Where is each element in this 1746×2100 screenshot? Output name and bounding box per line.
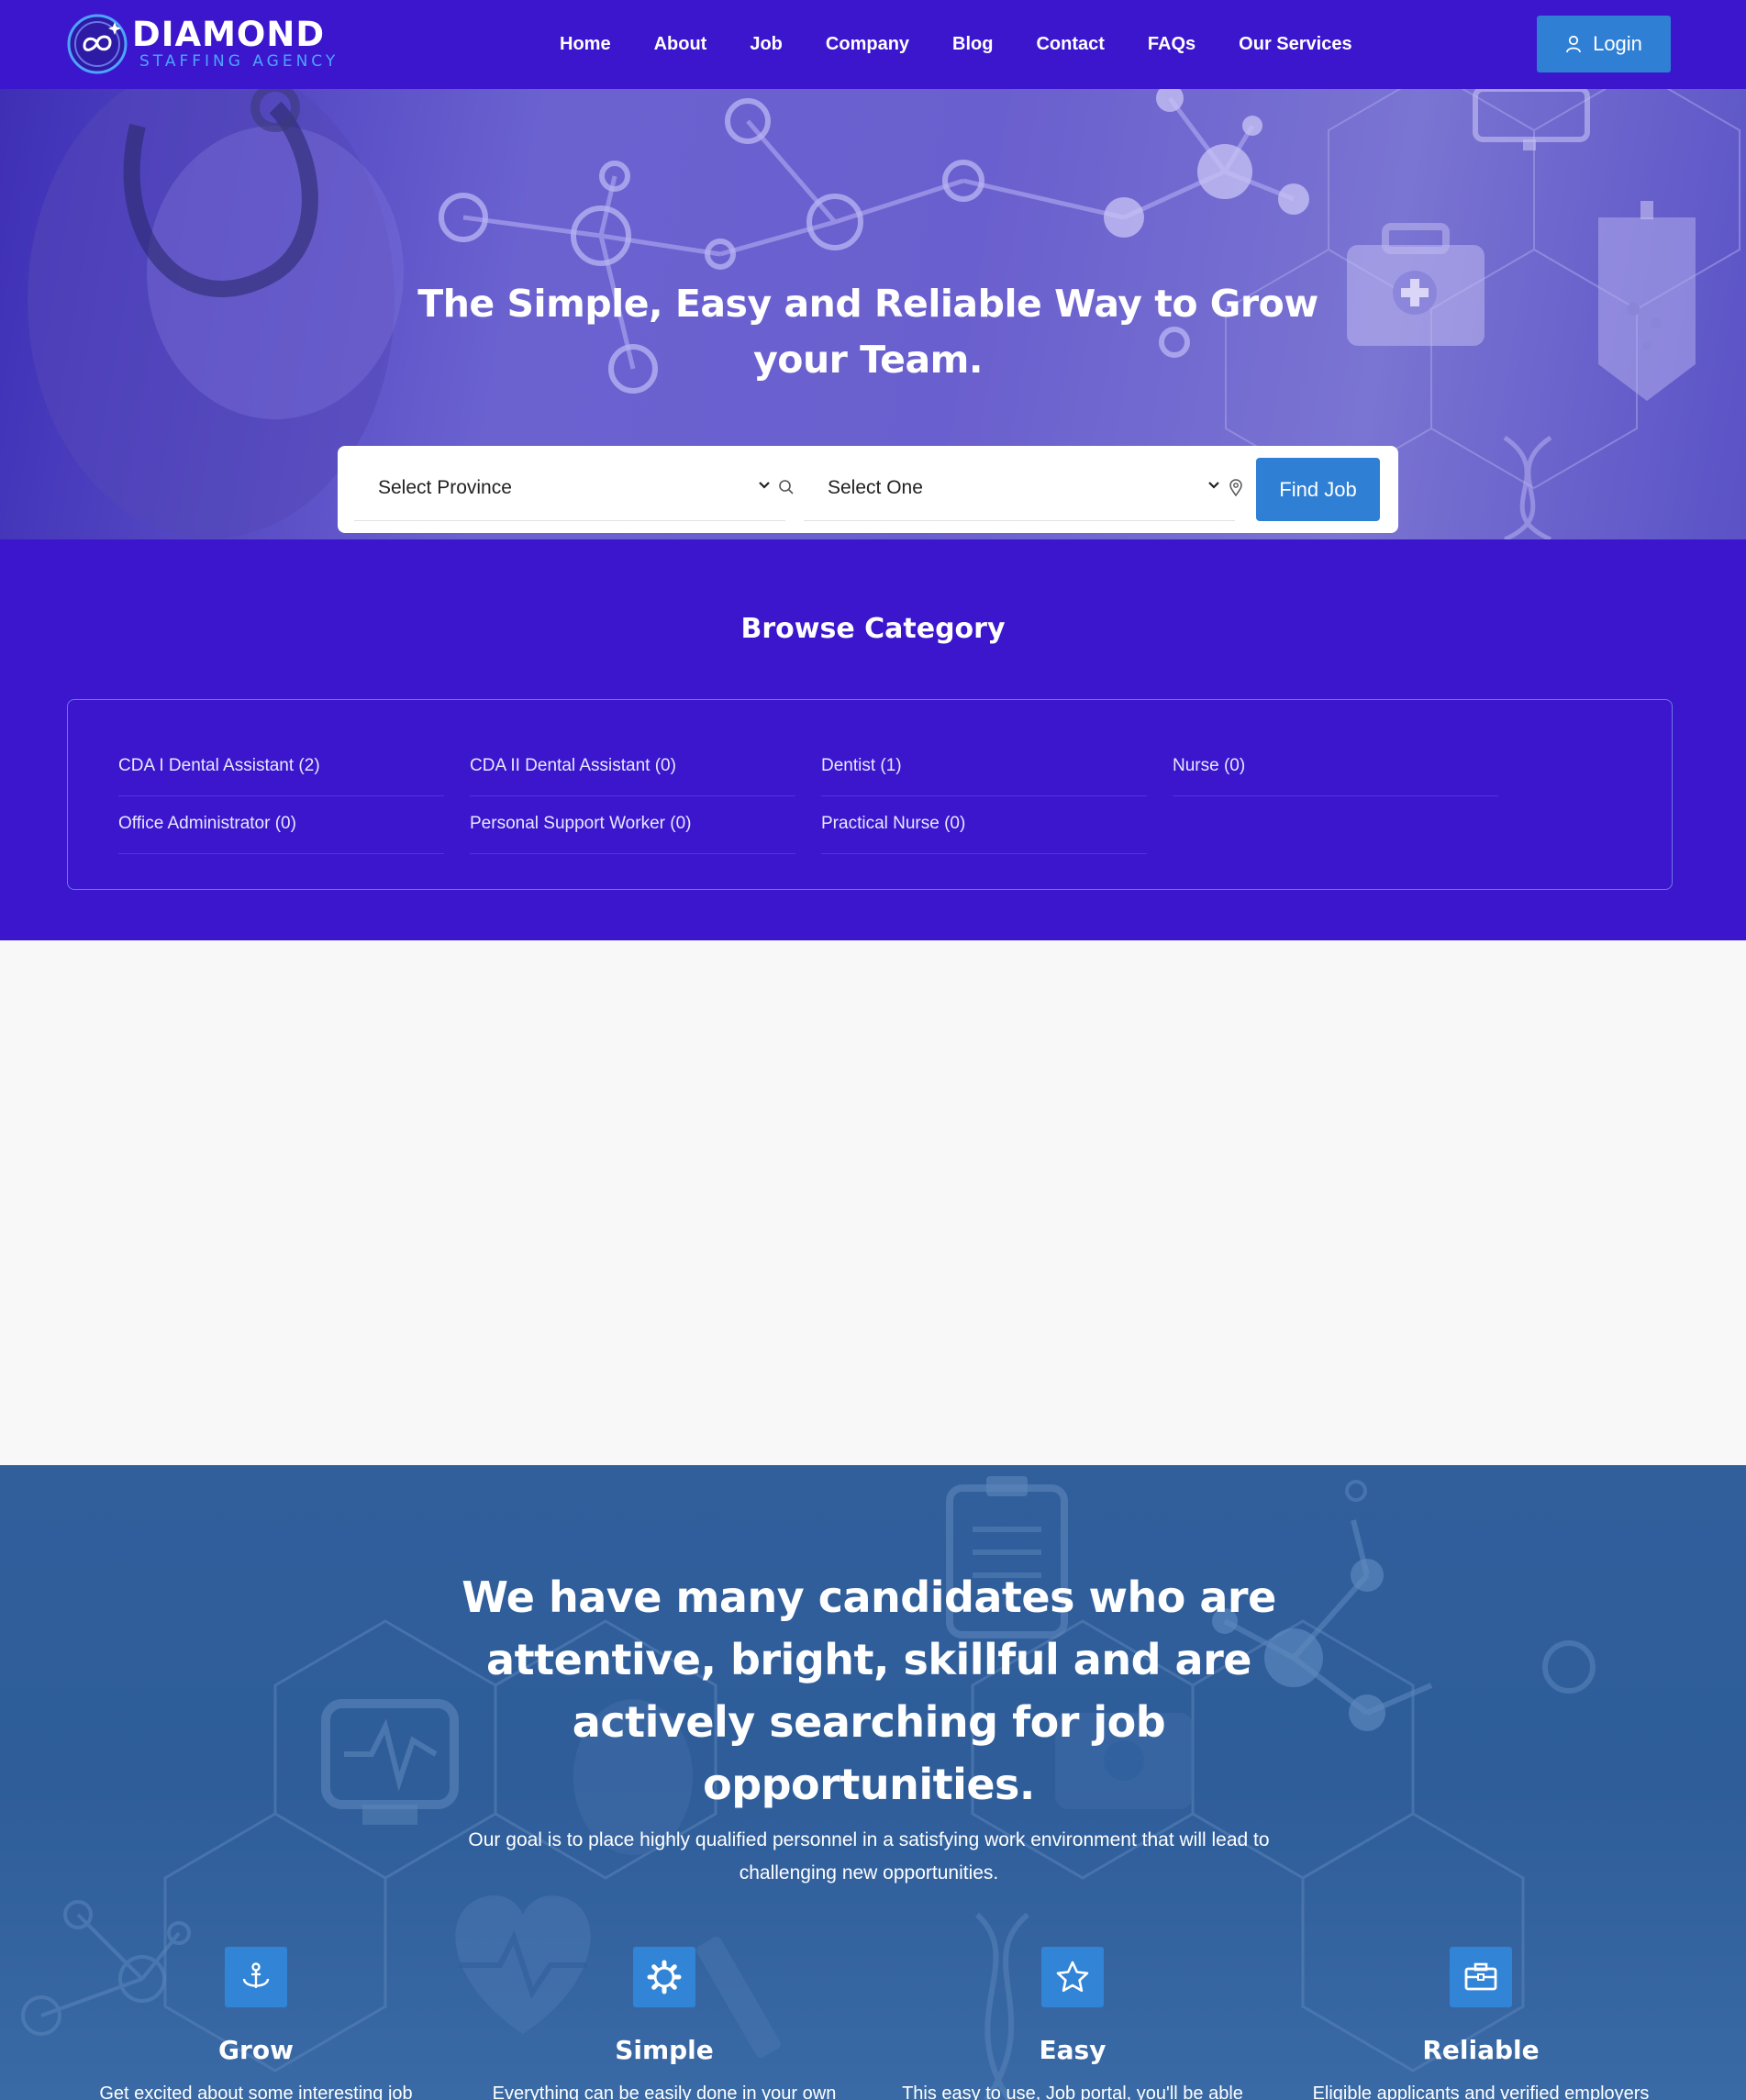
feature-simple: Simple Everything can be easily done in …	[460, 1947, 869, 2100]
star-icon	[1056, 1961, 1089, 1993]
feature-icon-box	[633, 1947, 695, 2007]
feature-description: Eligible applicants and verified employe…	[1312, 2083, 1650, 2100]
chevron-down-icon	[1208, 482, 1219, 489]
candidates-section: We have many candidates who are attentiv…	[0, 1465, 1746, 2100]
blank-content-area	[0, 940, 1746, 1465]
feature-grow: Grow Get excited about some interesting …	[51, 1947, 461, 2100]
find-job-button[interactable]: Find Job	[1256, 458, 1380, 521]
site-logo[interactable]: DIAMOND STAFFING AGENCY	[66, 13, 341, 77]
nav-about[interactable]: About	[654, 34, 707, 55]
feature-icon-box	[1041, 1947, 1104, 2007]
nav-job[interactable]: Job	[750, 34, 783, 55]
candidates-title: We have many candidates who are attentiv…	[462, 1572, 1276, 1809]
category-item[interactable]: Personal Support Worker (0)	[470, 797, 795, 854]
category-item[interactable]: CDA II Dental Assistant (0)	[470, 739, 795, 796]
main-nav: Home About Job Company Blog Contact FAQs…	[560, 0, 1396, 89]
feature-description: Get excited about some interesting job	[99, 2083, 413, 2100]
category-item[interactable]: Practical Nurse (0)	[821, 797, 1147, 854]
nav-our-services[interactable]: Our Services	[1239, 34, 1351, 55]
province-select[interactable]: Select Province	[354, 457, 794, 521]
hero-title: The Simple, Easy and Reliable Way to Gro…	[417, 282, 1318, 382]
search-icon	[779, 480, 794, 494]
site-header: DIAMOND STAFFING AGENCY Home About Job C…	[0, 0, 1746, 89]
feature-reliable: Reliable Eligible applicants and verifie…	[1276, 1947, 1685, 2100]
chevron-down-icon	[759, 482, 770, 489]
logo-name: DIAMOND	[132, 15, 326, 54]
user-icon	[1566, 35, 1581, 53]
category-list: CDA I Dental Assistant (2) CDA II Dental…	[67, 699, 1673, 890]
category-select-value: Select One	[828, 477, 923, 498]
hero-banner: The Simple, Easy and Reliable Way to Gro…	[0, 89, 1746, 539]
login-label: Login	[1593, 32, 1642, 55]
candidates-subtitle: Our goal is to place highly qualified pe…	[468, 1829, 1270, 1883]
province-select-value: Select Province	[378, 477, 512, 498]
category-select[interactable]: Select One	[804, 457, 1242, 521]
category-item[interactable]: Office Administrator (0)	[118, 797, 444, 854]
feature-icon-box	[225, 1947, 287, 2007]
nav-company[interactable]: Company	[826, 34, 909, 55]
category-item[interactable]: Nurse (0)	[1173, 739, 1498, 796]
feature-easy: Easy This easy to use, Job portal, you'l…	[868, 1947, 1277, 2100]
feature-description: Everything can be easily done in your ow…	[492, 2083, 837, 2100]
map-pin-icon	[1229, 479, 1242, 496]
feature-title: Easy	[1039, 2035, 1107, 2065]
cog-icon	[647, 1960, 682, 1994]
category-item[interactable]: Dentist (1)	[821, 739, 1147, 796]
feature-title: Simple	[615, 2035, 714, 2065]
job-search-form: Select Province Select One Find Job	[338, 446, 1398, 533]
category-item[interactable]: CDA I Dental Assistant (2)	[118, 739, 444, 796]
feature-description: This easy to use, Job portal, you'll be …	[902, 2083, 1243, 2100]
anchor-icon	[242, 1962, 270, 1988]
feature-icon-box	[1450, 1947, 1512, 2007]
nav-home[interactable]: Home	[560, 34, 611, 55]
feature-title: Reliable	[1422, 2035, 1540, 2065]
nav-faqs[interactable]: FAQs	[1148, 34, 1196, 55]
logo-tagline: STAFFING AGENCY	[139, 52, 339, 71]
nav-contact[interactable]: Contact	[1036, 34, 1104, 55]
briefcase-icon	[1464, 1962, 1497, 1991]
nav-blog[interactable]: Blog	[952, 34, 993, 55]
diamond-logo-icon	[67, 14, 128, 74]
browse-category-section: Browse Category CDA I Dental Assistant (…	[0, 539, 1746, 940]
browse-category-title: Browse Category	[740, 613, 1006, 645]
login-button[interactable]: Login	[1537, 16, 1671, 72]
feature-title: Grow	[218, 2035, 294, 2065]
